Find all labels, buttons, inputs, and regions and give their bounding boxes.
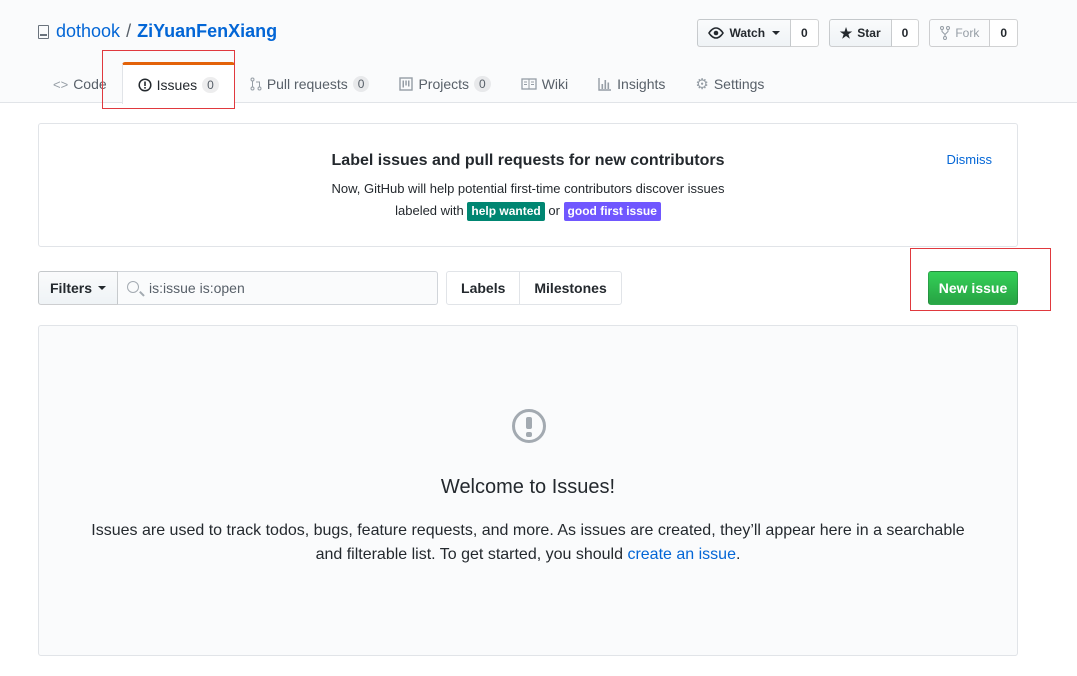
eye-icon (708, 27, 725, 39)
new-contributor-banner: Label issues and pull requests for new c… (38, 123, 1018, 247)
issue-search (118, 271, 439, 305)
fork-icon (940, 26, 951, 40)
labels-milestones-group: Labels Milestones (446, 271, 622, 305)
tab-settings[interactable]: ⚙ Settings (680, 62, 779, 103)
fork-group: Fork 0 (929, 19, 1018, 47)
repo-nav: <> Code Issues 0 Pull requests 0 Project… (38, 62, 779, 104)
code-icon: <> (53, 76, 69, 92)
pagehead-actions: Watch 0 ★ Star 0 Fork 0 (697, 19, 1018, 47)
chevron-down-icon (98, 286, 107, 290)
dismiss-link[interactable]: Dismiss (947, 152, 993, 167)
issue-opened-icon (138, 77, 152, 92)
tab-code[interactable]: <> Code (38, 62, 122, 103)
issues-counter: 0 (202, 76, 219, 93)
tab-pull-requests[interactable]: Pull requests 0 (235, 62, 385, 103)
blankslate-body-end: . (735, 546, 741, 563)
label-help-wanted[interactable]: help wanted (467, 202, 545, 221)
banner-title: Label issues and pull requests for new c… (331, 152, 725, 169)
tab-code-label: Code (73, 76, 107, 92)
fork-button[interactable]: Fork (929, 19, 991, 47)
git-pull-request-icon (250, 77, 262, 91)
watch-button[interactable]: Watch (697, 19, 792, 47)
repo-header: dothook / ZiYuanFenXiang Watch 0 ★ Star … (0, 0, 1077, 104)
repo-title: dothook / ZiYuanFenXiang (38, 21, 277, 42)
book-icon (521, 78, 537, 90)
search-input[interactable] (118, 272, 438, 304)
tab-insights-label: Insights (617, 76, 666, 92)
blankslate-body-text: Issues are used to track todos, bugs, fe… (91, 522, 965, 563)
tab-settings-label: Settings (713, 76, 765, 92)
labels-button[interactable]: Labels (447, 272, 519, 304)
project-icon (399, 77, 414, 91)
banner-or: or (548, 203, 560, 218)
pulls-counter: 0 (352, 76, 370, 92)
banner-body: Now, GitHub will help potential first-ti… (39, 178, 1017, 222)
star-label: Star (857, 26, 881, 40)
label-good-first-issue[interactable]: good first issue (563, 202, 661, 221)
watch-count[interactable]: 0 (791, 19, 819, 47)
search-icon (127, 281, 140, 293)
create-issue-link[interactable]: create an issue (627, 546, 736, 563)
projects-counter: 0 (474, 76, 491, 92)
issue-opened-icon (512, 409, 546, 443)
blankslate-title: Welcome to Issues! (440, 476, 616, 498)
new-issue-button[interactable]: New issue (928, 271, 1018, 305)
issues-subnav: Filters Labels Milestones (38, 271, 622, 305)
tab-wiki-label: Wiki (541, 76, 569, 92)
tab-issues[interactable]: Issues 0 (121, 62, 235, 104)
blankslate-body: Issues are used to track todos, bugs, fe… (79, 519, 977, 567)
graph-icon (598, 78, 612, 91)
watch-group: Watch 0 (697, 19, 819, 47)
tab-wiki[interactable]: Wiki (506, 62, 583, 103)
star-group: ★ Star 0 (828, 19, 920, 47)
filters-label: Filters (50, 280, 93, 296)
tab-projects-label: Projects (418, 76, 470, 92)
gear-icon: ⚙ (695, 76, 709, 93)
chevron-down-icon (772, 31, 781, 35)
filters-button[interactable]: Filters (38, 271, 119, 305)
tab-issues-label: Issues (156, 76, 198, 93)
repo-icon (38, 24, 49, 39)
banner-line2-prefix: labeled with (395, 203, 464, 218)
repo-name-link[interactable]: ZiYuanFenXiang (137, 21, 277, 42)
repo-separator: / (126, 21, 132, 41)
banner-line1: Now, GitHub will help potential first-ti… (331, 181, 725, 196)
tab-projects[interactable]: Projects 0 (384, 62, 505, 103)
fork-count[interactable]: 0 (990, 19, 1018, 47)
star-icon: ★ (839, 24, 853, 41)
milestones-button[interactable]: Milestones (519, 272, 620, 304)
tab-insights[interactable]: Insights (583, 62, 680, 103)
fork-label: Fork (955, 26, 980, 40)
watch-label: Watch (729, 26, 766, 40)
issues-blankslate: Welcome to Issues! Issues are used to tr… (38, 325, 1018, 656)
star-count[interactable]: 0 (891, 19, 920, 47)
tab-pull-requests-label: Pull requests (266, 76, 348, 92)
repo-owner-link[interactable]: dothook (56, 21, 120, 42)
star-button[interactable]: ★ Star (828, 19, 892, 47)
